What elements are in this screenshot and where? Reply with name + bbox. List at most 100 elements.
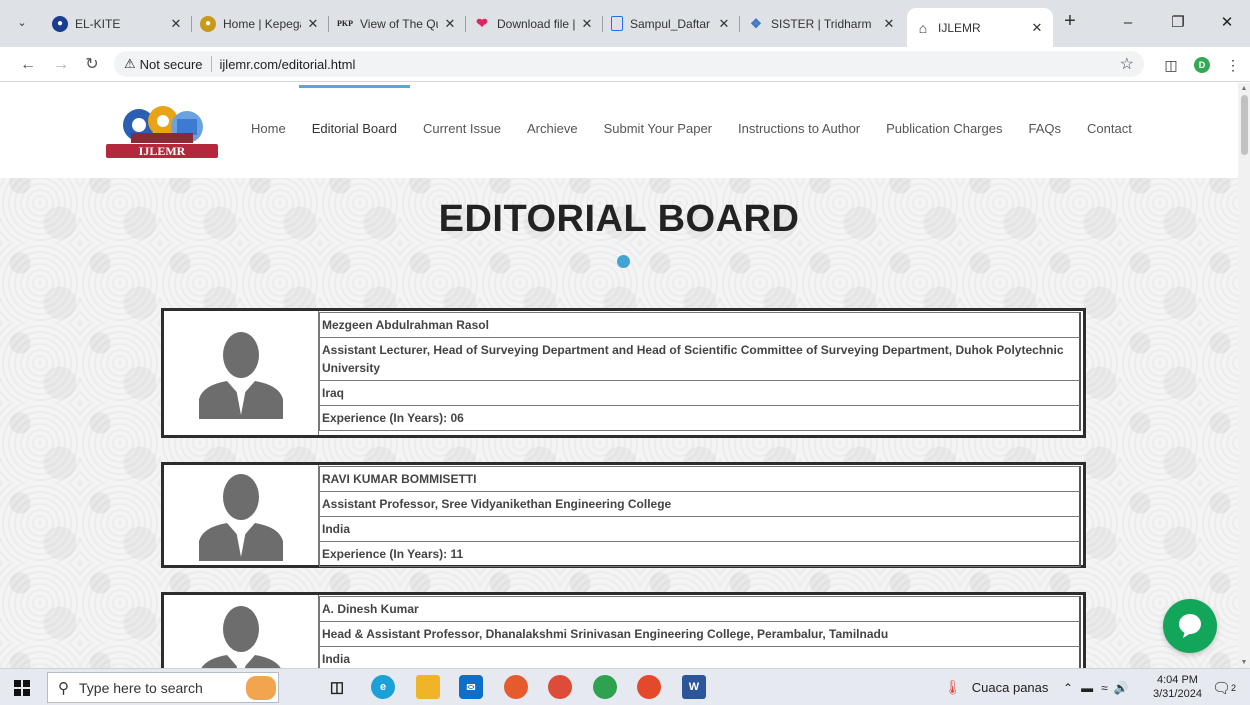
- address-bar[interactable]: ⚠ Not secure ijlemr.com/editorial.html ☆: [114, 51, 1144, 77]
- tab-kepegawaian[interactable]: ● Home | Kepegaw ✕: [192, 8, 329, 39]
- tab-ijlemr-active[interactable]: ⌂ IJLEMR ✕: [907, 8, 1053, 47]
- windows-start-icon[interactable]: [14, 680, 30, 696]
- close-icon[interactable]: ✕: [305, 16, 321, 32]
- firefox-icon[interactable]: [504, 675, 528, 699]
- security-label: Not secure: [139, 56, 203, 72]
- new-tab-button[interactable]: +: [1058, 10, 1082, 34]
- browser-tab-strip: ⌄ ● EL-KITE ✕ ● Home | Kepegaw ✕ PKP Vie…: [0, 0, 1250, 47]
- kebab-menu-icon[interactable]: ⋮: [1222, 54, 1244, 76]
- tab-view-of-the-quality[interactable]: PKP View of The Qua ✕: [329, 8, 466, 39]
- scroll-down-arrow-icon[interactable]: ▼: [1238, 659, 1250, 666]
- wifi-icon[interactable]: ≈: [1101, 681, 1108, 695]
- member-position: Head & Assistant Professor, Dhanalakshmi…: [319, 622, 1081, 647]
- site-header: IJLEMR Home Editorial Board Current Issu…: [0, 83, 1238, 178]
- member-country: Iraq: [319, 381, 1081, 406]
- clock-time: 4:04 PM: [1156, 674, 1198, 686]
- member-experience: Experience (In Years): 11: [319, 542, 1081, 567]
- tab-title: IJLEMR: [938, 20, 981, 35]
- heart-icon: ❤: [476, 15, 488, 31]
- member-experience: Experience (In Years): 06: [319, 406, 1081, 431]
- svg-text:IJLEMR: IJLEMR: [139, 144, 186, 158]
- chrome-icon[interactable]: [548, 675, 572, 699]
- task-view-icon[interactable]: ◫: [325, 675, 349, 699]
- member-name: RAVI KUMAR BOMMISETTI: [319, 466, 1081, 492]
- tab-sister[interactable]: ❖ SISTER | Tridharm ✕: [740, 8, 905, 39]
- sister-icon: ❖: [750, 15, 762, 31]
- active-nav-indicator: [299, 85, 410, 88]
- nav-instructions-to-author[interactable]: Instructions to Author: [725, 121, 873, 136]
- member-card: Mezgeen Abdulrahman Rasol Assistant Lect…: [161, 308, 1086, 438]
- tab-title: View of The Qua: [360, 16, 438, 31]
- nav-contact[interactable]: Contact: [1074, 121, 1145, 136]
- clock-date: 3/31/2024: [1153, 688, 1202, 700]
- close-icon[interactable]: ✕: [881, 16, 897, 32]
- member-name: Mezgeen Abdulrahman Rasol: [319, 312, 1081, 338]
- profile-avatar[interactable]: D: [1194, 57, 1210, 73]
- close-window-button[interactable]: ✕: [1204, 8, 1250, 38]
- chrome-profile-icon[interactable]: [593, 675, 617, 699]
- notification-center-icon[interactable]: 🗨 2: [1212, 669, 1236, 705]
- bookmark-star-icon[interactable]: ☆: [1120, 54, 1134, 74]
- nav-submit-paper[interactable]: Submit Your Paper: [591, 121, 725, 136]
- member-card: RAVI KUMAR BOMMISETTI Assistant Professo…: [161, 462, 1086, 568]
- title-accent-dot: [617, 255, 630, 268]
- tab-sampul-daftar[interactable]: Sampul_Daftar h ✕: [603, 8, 740, 39]
- mail-icon[interactable]: ✉: [459, 675, 483, 699]
- url-text: ijlemr.com/editorial.html: [219, 56, 356, 72]
- close-icon[interactable]: ✕: [442, 16, 458, 32]
- member-position: Assistant Lecturer, Head of Surveying De…: [319, 338, 1081, 381]
- tab-title: EL-KITE: [75, 16, 121, 31]
- chrome-profile-2-icon[interactable]: [637, 675, 661, 699]
- scrollbar-thumb[interactable]: [1241, 95, 1248, 155]
- person-silhouette-icon: [201, 606, 281, 668]
- thermometer-icon: 🌡: [944, 679, 962, 695]
- tab-download-file[interactable]: ❤ Download file | ✕: [466, 8, 603, 39]
- ijlemr-logo[interactable]: IJLEMR: [103, 103, 221, 161]
- reload-button[interactable]: ↻: [80, 53, 104, 77]
- nav-current-issue[interactable]: Current Issue: [410, 121, 514, 136]
- taskbar-search-box[interactable]: ⚲ Type here to search: [47, 672, 279, 703]
- system-tray: ⌃ ▬ ≈ 🔊: [1063, 669, 1129, 705]
- member-info: RAVI KUMAR BOMMISETTI Assistant Professo…: [319, 465, 1083, 567]
- search-highlight-icon[interactable]: [246, 676, 276, 700]
- battery-icon[interactable]: ▬: [1081, 681, 1093, 695]
- minimize-button[interactable]: –: [1105, 8, 1151, 38]
- nav-archieve[interactable]: Archieve: [514, 121, 591, 136]
- warning-icon: ⚠: [124, 56, 136, 71]
- volume-icon[interactable]: 🔊: [1114, 681, 1129, 695]
- chevron-up-icon[interactable]: ⌃: [1063, 681, 1073, 695]
- weather-widget[interactable]: 🌡 Cuaca panas: [944, 669, 1048, 705]
- globe-icon: ●: [52, 15, 68, 32]
- close-icon[interactable]: ✕: [168, 16, 184, 32]
- tab-el-kite[interactable]: ● EL-KITE ✕: [44, 8, 192, 39]
- taskbar-clock[interactable]: 4:04 PM 3/31/2024: [1153, 673, 1202, 701]
- chat-widget-button[interactable]: [1163, 599, 1217, 653]
- close-icon[interactable]: ✕: [579, 16, 595, 32]
- not-secure-indicator[interactable]: ⚠ Not secure: [124, 56, 203, 72]
- file-explorer-icon[interactable]: [416, 675, 440, 699]
- close-icon[interactable]: ✕: [1029, 20, 1045, 36]
- notification-icon: 🗨: [1212, 679, 1232, 697]
- scroll-up-arrow-icon[interactable]: ▲: [1238, 85, 1250, 92]
- member-position: Assistant Professor, Sree Vidyanikethan …: [319, 492, 1081, 517]
- windows-taskbar: ⚲ Type here to search ◫ e ✉ W 🌡 Cuaca pa…: [0, 668, 1250, 705]
- nav-publication-charges[interactable]: Publication Charges: [873, 121, 1015, 136]
- search-icon: ⚲: [58, 679, 69, 697]
- browser-toolbar: ← → ↻ ⚠ Not secure ijlemr.com/editorial.…: [0, 47, 1250, 82]
- nav-faqs[interactable]: FAQs: [1015, 121, 1074, 136]
- tab-search-chevron-icon[interactable]: ⌄: [8, 9, 36, 35]
- side-panel-icon[interactable]: ◫: [1160, 54, 1182, 76]
- member-info: A. Dinesh Kumar Head & Assistant Profess…: [319, 595, 1083, 668]
- restore-button[interactable]: ❐: [1155, 8, 1201, 38]
- member-photo: [164, 311, 319, 435]
- back-button[interactable]: ←: [16, 53, 40, 77]
- nav-editorial-board[interactable]: Editorial Board: [299, 121, 410, 136]
- edge-icon[interactable]: e: [371, 675, 395, 699]
- tab-title: Home | Kepegaw: [223, 16, 301, 31]
- forward-button[interactable]: →: [49, 53, 73, 77]
- close-icon[interactable]: ✕: [716, 16, 732, 32]
- page-scrollbar[interactable]: ▲ ▼: [1238, 83, 1250, 668]
- notification-count: 2: [1231, 682, 1237, 693]
- word-icon[interactable]: W: [682, 675, 706, 699]
- nav-home[interactable]: Home: [238, 121, 299, 136]
